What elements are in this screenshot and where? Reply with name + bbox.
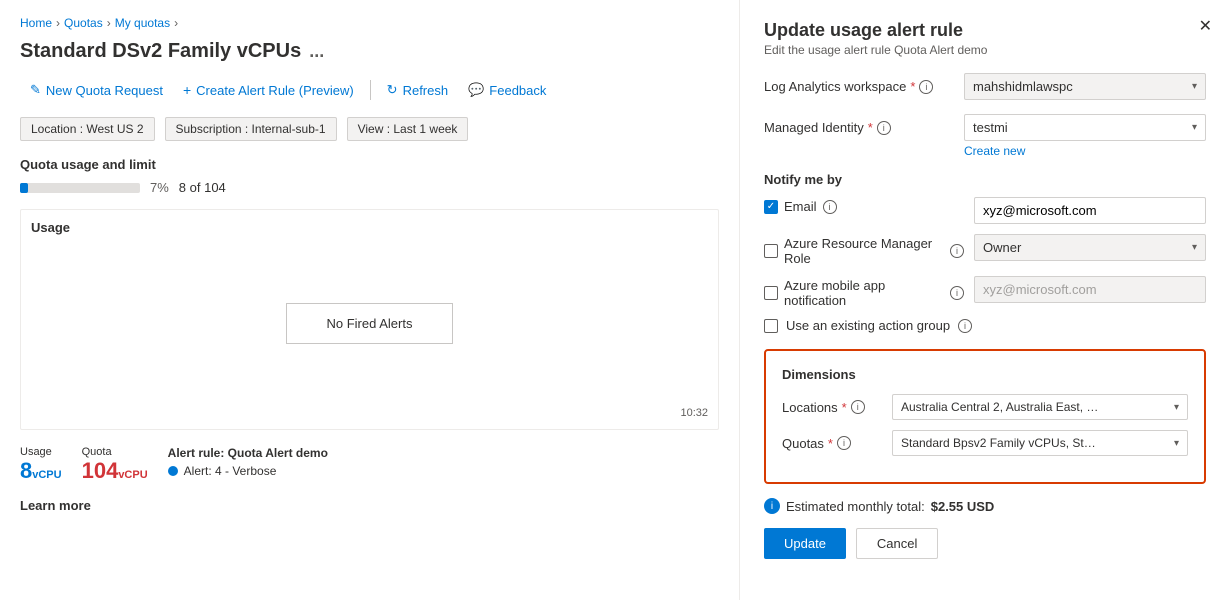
alert-info: Alert rule: Quota Alert demo Alert: 4 - …	[168, 446, 328, 478]
breadcrumb-quotas[interactable]: Quotas	[64, 16, 103, 30]
toolbar: ✎ New Quota Request + Create Alert Rule …	[20, 77, 719, 103]
panel-title: Update usage alert rule	[764, 20, 1206, 41]
new-quota-icon: ✎	[30, 82, 41, 98]
log-analytics-select[interactable]: mahshidmlawspc ▾	[964, 73, 1206, 100]
breadcrumb: Home › Quotas › My quotas ›	[20, 16, 719, 30]
no-alerts-box: No Fired Alerts	[286, 303, 454, 344]
quota-percent: 7%	[150, 180, 169, 195]
new-quota-button[interactable]: ✎ New Quota Request	[20, 77, 173, 103]
action-group-checkbox[interactable]	[764, 319, 778, 333]
email-checkbox[interactable]	[764, 200, 778, 214]
create-new-link[interactable]: Create new	[964, 144, 1206, 158]
locations-info-icon[interactable]: i	[851, 400, 865, 414]
email-label: Email i	[764, 197, 964, 214]
feedback-icon: 💬	[468, 82, 484, 98]
panel-subtitle: Edit the usage alert rule Quota Alert de…	[764, 43, 1206, 57]
close-button[interactable]: ✕	[1199, 16, 1212, 36]
alert-dot-icon	[168, 466, 178, 476]
arm-role-checkbox[interactable]	[764, 244, 778, 258]
stat-quota: Quota 104vCPU	[82, 446, 148, 484]
arm-role-row: Azure Resource Manager Role i Owner ▾	[764, 234, 1206, 266]
update-button[interactable]: Update	[764, 528, 846, 559]
chart-label: Usage	[31, 220, 708, 235]
locations-label: Locations * i	[782, 400, 892, 415]
estimated-info-icon: i	[764, 498, 780, 514]
email-notify-row: Email i	[764, 197, 1206, 224]
stats-row: Usage 8vCPU Quota 104vCPU Alert rule: Qu…	[20, 446, 719, 484]
create-alert-button[interactable]: + Create Alert Rule (Preview)	[173, 77, 364, 103]
quotas-chevron-icon: ▾	[1174, 438, 1179, 449]
quotas-select[interactable]: Standard Bpsv2 Family vCPUs, Standard DS…	[892, 430, 1188, 456]
page-title-menu[interactable]: ...	[309, 41, 324, 62]
chart-inner: No Fired Alerts	[31, 243, 708, 403]
filter-location[interactable]: Location : West US 2	[20, 117, 155, 141]
managed-identity-label: Managed Identity * i	[764, 114, 964, 135]
action-group-info-icon[interactable]: i	[958, 319, 972, 333]
dimensions-title: Dimensions	[782, 367, 1188, 382]
mobile-label: Azure mobile app notification i	[764, 276, 964, 308]
filter-view[interactable]: View : Last 1 week	[347, 117, 469, 141]
locations-row: Locations * i Australia Central 2, Austr…	[782, 394, 1188, 420]
mobile-input: xyz@microsoft.com	[974, 276, 1206, 303]
arm-role-chevron-icon: ▾	[1192, 242, 1197, 253]
page-title: Standard DSv2 Family vCPUs	[20, 40, 301, 63]
breadcrumb-my-quotas[interactable]: My quotas	[115, 16, 170, 30]
cancel-button[interactable]: Cancel	[856, 528, 938, 559]
left-panel: Home › Quotas › My quotas › Standard DSv…	[0, 0, 740, 600]
learn-more[interactable]: Learn more	[20, 498, 719, 513]
managed-identity-control: testmi ▾ Create new	[964, 114, 1206, 158]
quota-count: 8 of 104	[179, 180, 226, 195]
locations-select[interactable]: Australia Central 2, Australia East, Bra…	[892, 394, 1188, 420]
quotas-row: Quotas * i Standard Bpsv2 Family vCPUs, …	[782, 430, 1188, 456]
quota-bar-row: 7% 8 of 104	[20, 180, 719, 195]
notify-section-title: Notify me by	[764, 172, 1206, 187]
quota-section-title: Quota usage and limit	[20, 157, 719, 172]
chart-area: Usage No Fired Alerts 10:32	[20, 209, 719, 430]
filters-row: Location : West US 2 Subscription : Inte…	[20, 117, 719, 141]
refresh-button[interactable]: ↻ Refresh	[377, 77, 458, 103]
quotas-info-icon[interactable]: i	[837, 436, 851, 450]
mobile-notify-row: Azure mobile app notification i xyz@micr…	[764, 276, 1206, 308]
arm-role-select[interactable]: Owner ▾	[974, 234, 1206, 261]
action-group-row: Use an existing action group i	[764, 318, 1206, 333]
managed-identity-info-icon[interactable]: i	[877, 121, 891, 135]
managed-identity-row: Managed Identity * i testmi ▾ Create new	[764, 114, 1206, 158]
log-analytics-label: Log Analytics workspace * i	[764, 73, 964, 94]
stat-usage: Usage 8vCPU	[20, 446, 62, 484]
email-input[interactable]	[974, 197, 1206, 224]
log-analytics-control: mahshidmlawspc ▾	[964, 73, 1206, 100]
log-analytics-chevron-icon: ▾	[1192, 81, 1197, 92]
chart-time: 10:32	[31, 407, 708, 419]
log-analytics-info-icon[interactable]: i	[919, 80, 933, 94]
arm-role-label: Azure Resource Manager Role i	[764, 234, 964, 266]
mobile-info-icon[interactable]: i	[950, 286, 964, 300]
plus-icon: +	[183, 82, 191, 98]
managed-identity-select[interactable]: testmi ▾	[964, 114, 1206, 141]
locations-chevron-icon: ▾	[1174, 402, 1179, 413]
email-info-icon[interactable]: i	[823, 200, 837, 214]
right-panel: ✕ Update usage alert rule Edit the usage…	[740, 0, 1230, 600]
quota-bar-inner	[20, 183, 28, 193]
page-title-row: Standard DSv2 Family vCPUs ...	[20, 40, 719, 63]
action-buttons: Update Cancel	[764, 528, 1206, 559]
estimated-row: i Estimated monthly total: $2.55 USD	[764, 498, 1206, 514]
dimensions-box: Dimensions Locations * i Australia Centr…	[764, 349, 1206, 484]
breadcrumb-home[interactable]: Home	[20, 16, 52, 30]
quota-bar-outer	[20, 183, 140, 193]
managed-identity-chevron-icon: ▾	[1192, 122, 1197, 133]
estimated-amount: $2.55 USD	[931, 499, 995, 514]
mobile-checkbox[interactable]	[764, 286, 778, 300]
feedback-button[interactable]: 💬 Feedback	[458, 77, 556, 103]
log-analytics-row: Log Analytics workspace * i mahshidmlaws…	[764, 73, 1206, 100]
toolbar-divider	[370, 80, 371, 100]
arm-role-info-icon[interactable]: i	[950, 244, 964, 258]
refresh-icon: ↻	[387, 82, 398, 98]
quotas-label: Quotas * i	[782, 436, 892, 451]
filter-subscription[interactable]: Subscription : Internal-sub-1	[165, 117, 337, 141]
